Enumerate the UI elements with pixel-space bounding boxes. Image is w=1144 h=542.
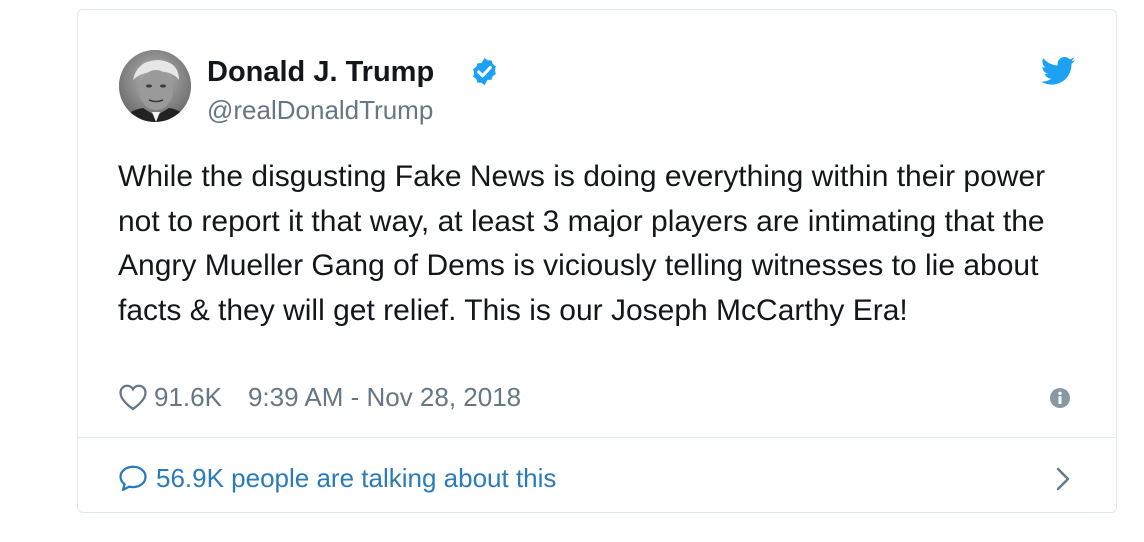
display-name[interactable]: Donald J. Trump	[207, 54, 434, 90]
heart-icon[interactable]	[118, 383, 148, 411]
divider	[78, 437, 1116, 438]
tweet-text: While the disgusting Fake News is doing …	[118, 160, 1046, 327]
speech-bubble-icon	[119, 465, 147, 491]
like-count[interactable]: 91.6K	[154, 382, 222, 413]
tweet-timestamp[interactable]: 9:39 AM - Nov 28, 2018	[248, 382, 521, 413]
verified-badge-icon	[473, 57, 496, 86]
talking-about-link[interactable]: 56.9K people are talking about this	[118, 460, 556, 496]
twitter-bird-icon[interactable]	[1041, 56, 1075, 86]
info-icon[interactable]	[1049, 387, 1071, 409]
avatar-image	[119, 50, 191, 122]
tweet-card[interactable]: Donald J. Trump @realDonaldTrump While t…	[77, 9, 1117, 513]
tweet-meta: 91.6K 9:39 AM - Nov 28, 2018	[118, 380, 521, 414]
chevron-right-icon[interactable]	[1054, 465, 1072, 493]
avatar[interactable]	[119, 50, 191, 122]
user-handle[interactable]: @realDonaldTrump	[207, 94, 433, 126]
talking-about-label: 56.9K people are talking about this	[156, 462, 557, 493]
